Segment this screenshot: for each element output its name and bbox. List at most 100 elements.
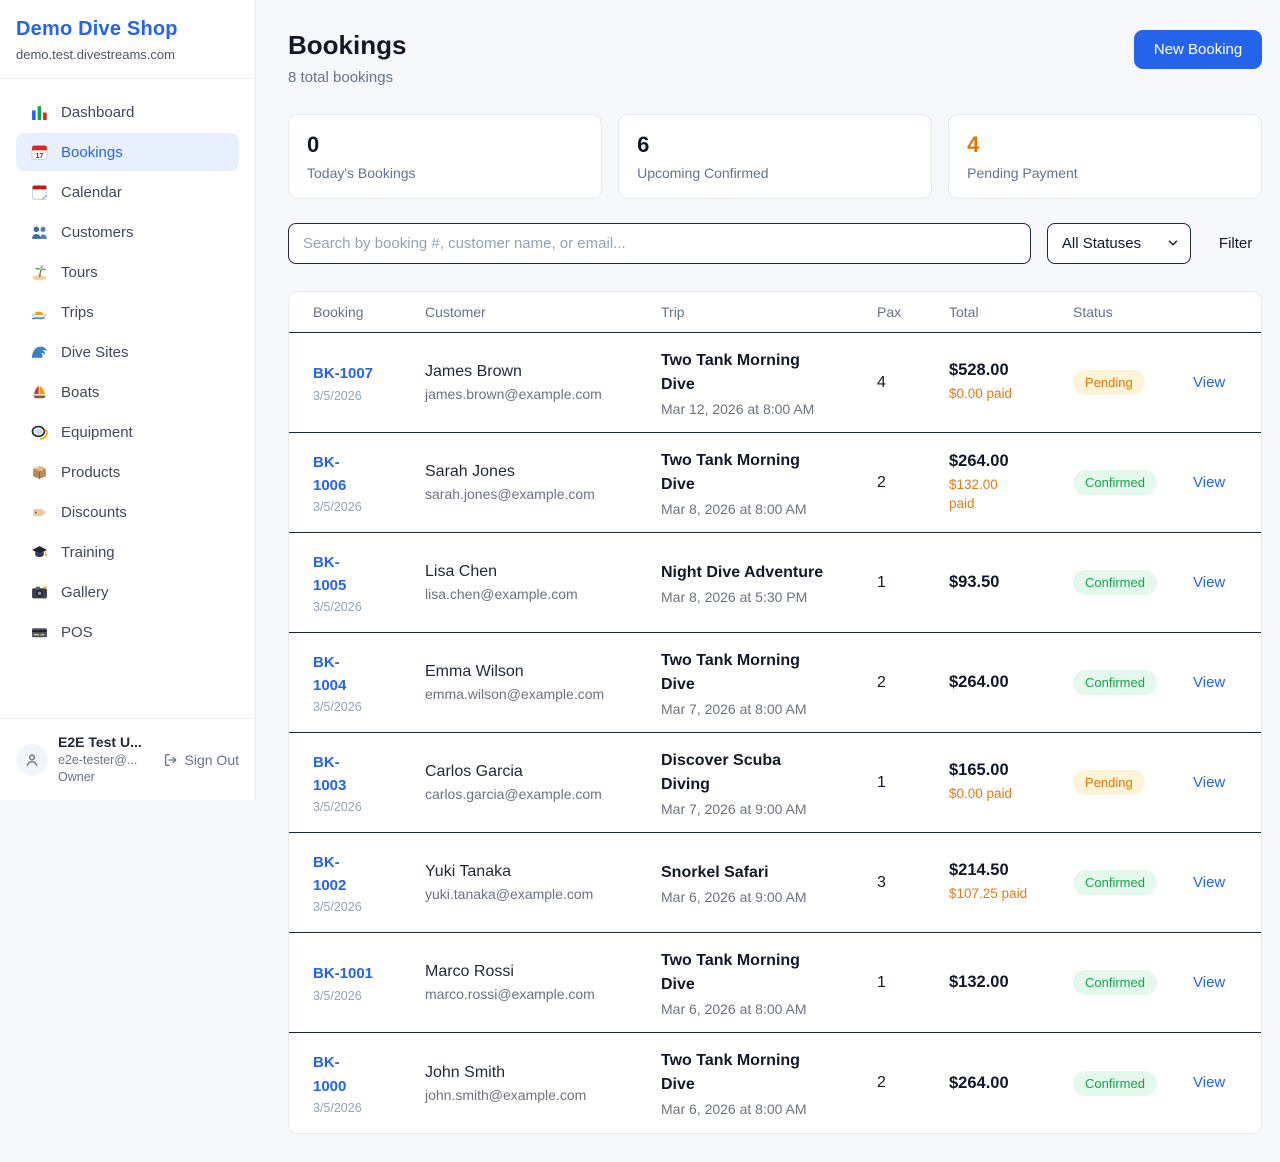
status-badge: Confirmed: [1073, 970, 1157, 995]
customer-name: John Smith: [425, 1064, 649, 1082]
customer-email: lisa.chen@example.com: [425, 586, 649, 602]
sidebar-item-label: Discounts: [61, 504, 127, 521]
sidebar-item-label: Dive Sites: [61, 344, 129, 361]
trip-datetime: Mar 6, 2026 at 8:00 AM: [661, 1001, 865, 1017]
sidebar-item-calendar[interactable]: Calendar: [16, 173, 239, 211]
view-link[interactable]: View: [1193, 774, 1225, 791]
sidebar-header: Demo Dive Shop demo.test.divestreams.com: [0, 0, 255, 79]
new-booking-button[interactable]: New Booking: [1134, 30, 1262, 69]
trip-name: Two Tank Morning Dive: [661, 349, 833, 397]
view-link[interactable]: View: [1193, 974, 1225, 991]
sidebar-item-equipment[interactable]: Equipment: [16, 413, 239, 451]
sidebar-item-discounts[interactable]: Discounts: [16, 493, 239, 531]
sidebar-item-label: Boats: [61, 384, 99, 401]
booking-id-link[interactable]: BK-1007: [313, 362, 373, 385]
sidebar-item-dashboard[interactable]: Dashboard: [16, 93, 239, 131]
status-badge: Confirmed: [1073, 1071, 1157, 1096]
booking-date: 3/5/2026: [313, 600, 413, 614]
status-badge: Confirmed: [1073, 870, 1157, 895]
palm-island-icon: [30, 263, 48, 281]
sailboat-icon: [30, 383, 48, 401]
view-link[interactable]: View: [1193, 1074, 1225, 1091]
table-row: BK-1007 3/5/2026 James Brown james.brown…: [289, 333, 1261, 433]
booking-date: 3/5/2026: [313, 389, 413, 403]
price-tag-icon: [30, 503, 48, 521]
total-amount: $264.00: [949, 673, 1061, 692]
paid-amount: $132.00 paid: [949, 476, 1007, 514]
booking-id-link[interactable]: BK-1001: [313, 962, 373, 985]
camera-icon: [30, 583, 48, 601]
booking-date: 3/5/2026: [313, 900, 413, 914]
filter-bar: All Statuses Filter: [288, 223, 1262, 264]
column-header-total: Total: [949, 304, 1073, 320]
package-box-icon: [30, 463, 48, 481]
wave-icon: [30, 343, 48, 361]
table-row: BK-1002 3/5/2026 Yuki Tanaka yuki.tanaka…: [289, 833, 1261, 933]
pax-count: 3: [877, 874, 949, 892]
main-content: Bookings 8 total bookings New Booking 0 …: [256, 0, 1280, 1162]
shop-domain: demo.test.divestreams.com: [16, 47, 239, 62]
sidebar-item-products[interactable]: Products: [16, 453, 239, 491]
credit-card-icon: [30, 623, 48, 641]
stat-cards: 0 Today's Bookings 6 Upcoming Confirmed …: [288, 114, 1262, 199]
graduation-cap-icon: [30, 543, 48, 561]
customer-email: john.smith@example.com: [425, 1087, 649, 1103]
filter-button[interactable]: Filter: [1209, 227, 1262, 260]
booking-id-link[interactable]: BK-1004: [313, 651, 357, 698]
sidebar-item-tours[interactable]: Tours: [16, 253, 239, 291]
sidebar-item-training[interactable]: Training: [16, 533, 239, 571]
trip-datetime: Mar 8, 2026 at 5:30 PM: [661, 589, 865, 605]
sidebar-item-boats[interactable]: Boats: [16, 373, 239, 411]
booking-id-link[interactable]: BK-1005: [313, 551, 357, 598]
view-link[interactable]: View: [1193, 474, 1225, 491]
status-badge: Confirmed: [1073, 470, 1157, 495]
sidebar-item-label: Calendar: [61, 184, 122, 201]
booking-id-link[interactable]: BK-1000: [313, 1051, 357, 1098]
status-select[interactable]: All Statuses: [1047, 223, 1191, 264]
customer-name: Emma Wilson: [425, 663, 649, 681]
sidebar-item-trips[interactable]: Trips: [16, 293, 239, 331]
customer-email: yuki.tanaka@example.com: [425, 886, 649, 902]
sidebar-item-customers[interactable]: Customers: [16, 213, 239, 251]
table-row: BK-1003 3/5/2026 Carlos Garcia carlos.ga…: [289, 733, 1261, 833]
total-amount: $93.50: [949, 573, 1061, 592]
pax-count: 1: [877, 974, 949, 992]
view-link[interactable]: View: [1193, 874, 1225, 891]
booking-date: 3/5/2026: [313, 700, 413, 714]
trip-datetime: Mar 8, 2026 at 8:00 AM: [661, 501, 865, 517]
status-badge: Pending: [1073, 370, 1145, 395]
booking-id-link[interactable]: BK-1006: [313, 451, 357, 498]
trip-name: Two Tank Morning Dive: [661, 649, 833, 697]
sign-out-button[interactable]: Sign Out: [163, 752, 239, 768]
trip-datetime: Mar 6, 2026 at 8:00 AM: [661, 1101, 865, 1117]
pax-count: 1: [877, 574, 949, 592]
view-link[interactable]: View: [1193, 574, 1225, 591]
user-role: Owner: [58, 769, 153, 786]
trip-datetime: Mar 7, 2026 at 9:00 AM: [661, 801, 865, 817]
customer-email: emma.wilson@example.com: [425, 686, 649, 702]
pax-count: 2: [877, 1074, 949, 1092]
view-link[interactable]: View: [1193, 674, 1225, 691]
sidebar-item-label: POS: [61, 624, 93, 641]
stat-card-upcoming-confirmed: 6 Upcoming Confirmed: [618, 114, 932, 199]
booking-id-link[interactable]: BK-1002: [313, 851, 357, 898]
customer-email: marco.rossi@example.com: [425, 986, 649, 1002]
booking-id-link[interactable]: BK-1003: [313, 751, 357, 798]
bookings-count: 8 total bookings: [288, 69, 406, 86]
sidebar-item-gallery[interactable]: Gallery: [16, 573, 239, 611]
sidebar-item-label: Trips: [61, 304, 94, 321]
sidebar-item-label: Equipment: [61, 424, 133, 441]
sidebar-item-dive-sites[interactable]: Dive Sites: [16, 333, 239, 371]
stat-label: Pending Payment: [967, 165, 1243, 181]
sidebar-nav: Dashboard 17 Bookings Calendar Customers…: [0, 79, 255, 718]
customer-name: Lisa Chen: [425, 563, 649, 581]
sidebar-item-pos[interactable]: POS: [16, 613, 239, 651]
trip-name: Two Tank Morning Dive: [661, 949, 833, 997]
status-badge: Confirmed: [1073, 570, 1157, 595]
view-link[interactable]: View: [1193, 374, 1225, 391]
sidebar-item-bookings[interactable]: 17 Bookings: [16, 133, 239, 171]
total-amount: $132.00: [949, 973, 1061, 992]
user-email: e2e-tester@...: [58, 752, 153, 769]
search-input[interactable]: [288, 223, 1031, 264]
stat-label: Upcoming Confirmed: [637, 165, 913, 181]
